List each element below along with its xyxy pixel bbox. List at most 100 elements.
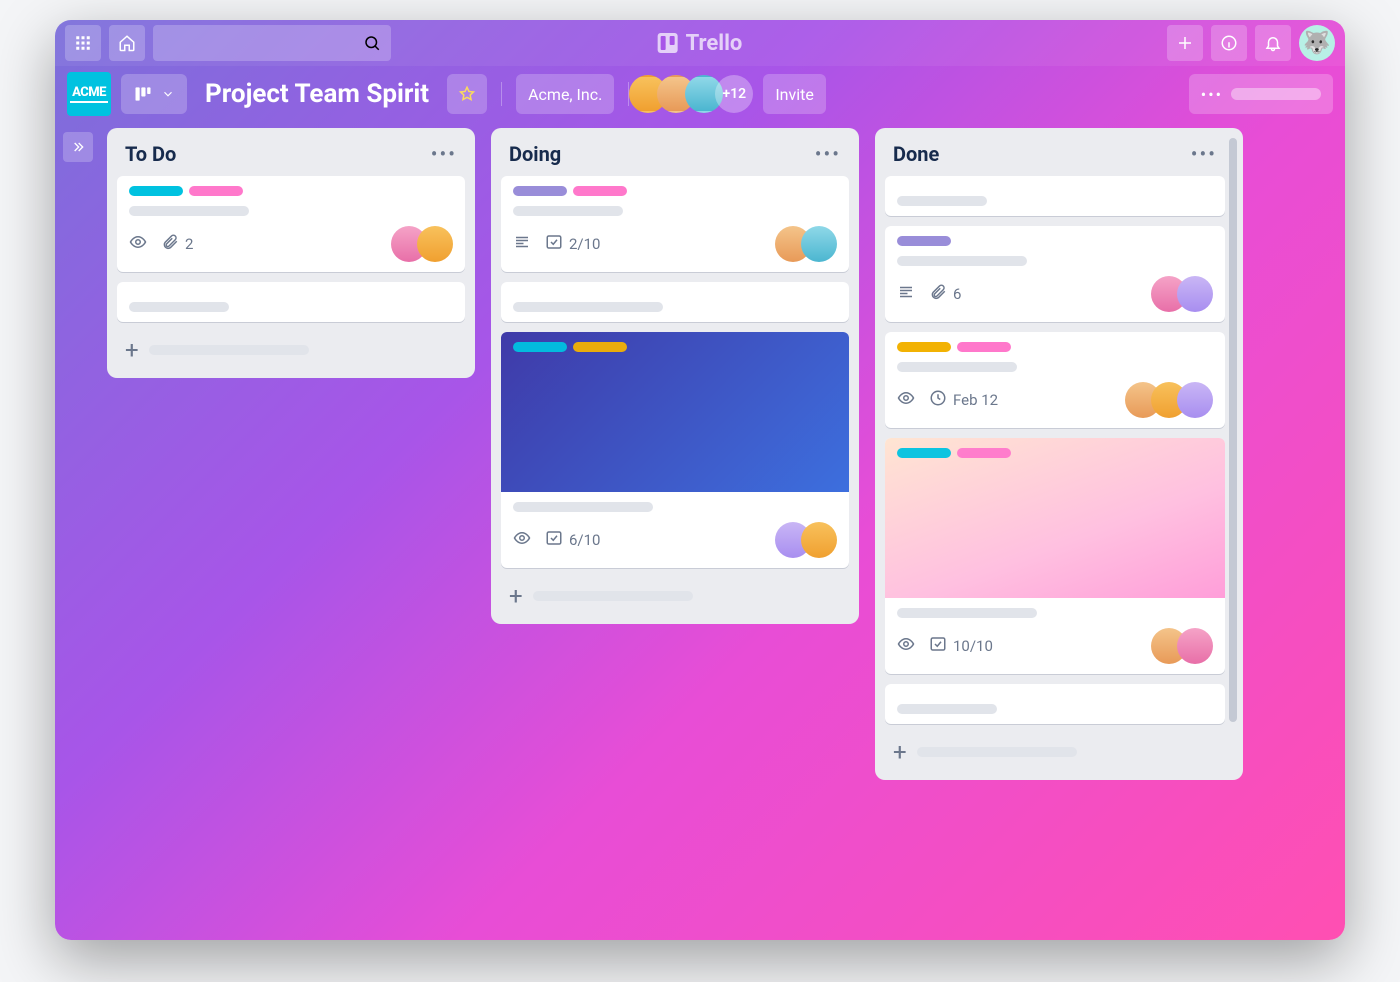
card-labels [897, 236, 1213, 246]
search-icon [363, 34, 381, 52]
card-member-avatar[interactable] [801, 522, 837, 558]
card-label[interactable] [513, 342, 567, 352]
workspace-logo[interactable]: ACME [67, 72, 111, 116]
checklist-badge: 2/10 [545, 233, 600, 255]
card-members [785, 226, 837, 262]
card-footer: Feb 12 [897, 382, 1213, 418]
invite-button[interactable]: Invite [763, 74, 826, 114]
card-member-avatar[interactable] [801, 226, 837, 262]
team-button[interactable]: Acme, Inc. [516, 74, 614, 114]
board-bar: ACME Project Team Spirit Acme, Inc. +12 … [55, 66, 1345, 122]
attachments-badge: 2 [161, 233, 193, 255]
card[interactable]: 2/10 [501, 176, 849, 272]
description-icon [897, 283, 915, 305]
eye-icon [897, 389, 915, 411]
board-switcher[interactable] [121, 74, 187, 114]
separator [501, 82, 502, 106]
card-member-avatar[interactable] [1177, 628, 1213, 664]
star-button[interactable] [447, 74, 487, 114]
chevrons-right-icon [70, 139, 86, 155]
card[interactable] [885, 176, 1225, 216]
board-members[interactable]: +12 [639, 75, 753, 113]
card-label[interactable] [573, 342, 627, 352]
member-overflow[interactable]: +12 [715, 75, 753, 113]
list-menu-button[interactable]: ••• [1191, 142, 1217, 166]
list-title[interactable]: To Do [125, 142, 176, 166]
app-name: Trello [686, 31, 743, 56]
card-members [785, 522, 837, 558]
list-menu-button[interactable]: ••• [815, 142, 841, 166]
card[interactable]: 10/10 [885, 438, 1225, 674]
home-icon [118, 34, 136, 52]
notifications-button[interactable] [1255, 25, 1291, 61]
apps-icon [74, 34, 92, 52]
card-label[interactable] [573, 186, 627, 196]
card-label[interactable] [513, 186, 567, 196]
list-title[interactable]: Done [893, 142, 939, 166]
list: To Do ••• 2 + [107, 128, 475, 378]
card-member-avatar[interactable] [417, 226, 453, 262]
watch-badge [513, 529, 531, 551]
card-footer: 10/10 [897, 628, 1213, 664]
checklist-badge: 6/10 [545, 529, 600, 551]
add-card-button[interactable]: + [885, 734, 1225, 770]
card-label[interactable] [129, 186, 183, 196]
list-title[interactable]: Doing [509, 142, 561, 166]
list-header: Done ••• [885, 138, 1225, 166]
card-footer: 6 [897, 276, 1213, 312]
card-badges: Feb 12 [897, 389, 998, 411]
user-avatar[interactable]: 🐺 [1299, 25, 1335, 61]
card-members [1161, 276, 1213, 312]
card[interactable] [885, 684, 1225, 724]
board-menu-button[interactable]: ••• [1189, 74, 1333, 114]
list-menu-button[interactable]: ••• [431, 142, 457, 166]
eye-icon [513, 529, 531, 551]
card[interactable] [501, 282, 849, 322]
card-members [401, 226, 453, 262]
apps-button[interactable] [65, 25, 101, 61]
board-title[interactable]: Project Team Spirit [197, 79, 437, 109]
card-member-avatar[interactable] [1177, 382, 1213, 418]
sidebar [55, 122, 107, 940]
card-title-placeholder [897, 196, 987, 206]
description-icon [513, 233, 531, 255]
card-label[interactable] [957, 342, 1011, 352]
card-badges: 10/10 [897, 635, 993, 657]
sidebar-expand-button[interactable] [63, 132, 93, 162]
create-button[interactable] [1167, 25, 1203, 61]
watch-badge [897, 635, 915, 657]
brand: Trello [658, 31, 743, 56]
info-button[interactable] [1211, 25, 1247, 61]
card-title-placeholder [513, 502, 653, 512]
card-labels [513, 186, 837, 196]
search-bar[interactable] [153, 25, 391, 61]
placeholder [533, 591, 693, 601]
card-footer: 6/10 [513, 522, 837, 558]
clock-icon [929, 389, 947, 411]
card-label[interactable] [897, 448, 951, 458]
list-header: To Do ••• [117, 138, 465, 166]
checklist-icon [545, 529, 563, 551]
card-label[interactable] [897, 236, 951, 246]
card[interactable]: Feb 12 [885, 332, 1225, 428]
card-label[interactable] [897, 342, 951, 352]
card-label[interactable] [957, 448, 1011, 458]
card[interactable] [117, 282, 465, 322]
card-title-placeholder [897, 362, 1017, 372]
card[interactable]: 6 [885, 226, 1225, 322]
card-badges: 6 [897, 283, 961, 305]
add-card-button[interactable]: + [117, 332, 465, 368]
card[interactable]: 6/10 [501, 332, 849, 568]
checklist-icon [545, 233, 563, 255]
card-member-avatar[interactable] [1177, 276, 1213, 312]
home-button[interactable] [109, 25, 145, 61]
placeholder [149, 345, 309, 355]
card-footer: 2/10 [513, 226, 837, 262]
list: Done ••• 6 Feb 12 10/10 + [875, 128, 1243, 780]
card-badges: 2/10 [513, 233, 600, 255]
card[interactable]: 2 [117, 176, 465, 272]
add-card-button[interactable]: + [501, 578, 849, 614]
info-icon [1220, 34, 1238, 52]
card-label[interactable] [189, 186, 243, 196]
card-labels [513, 342, 837, 352]
